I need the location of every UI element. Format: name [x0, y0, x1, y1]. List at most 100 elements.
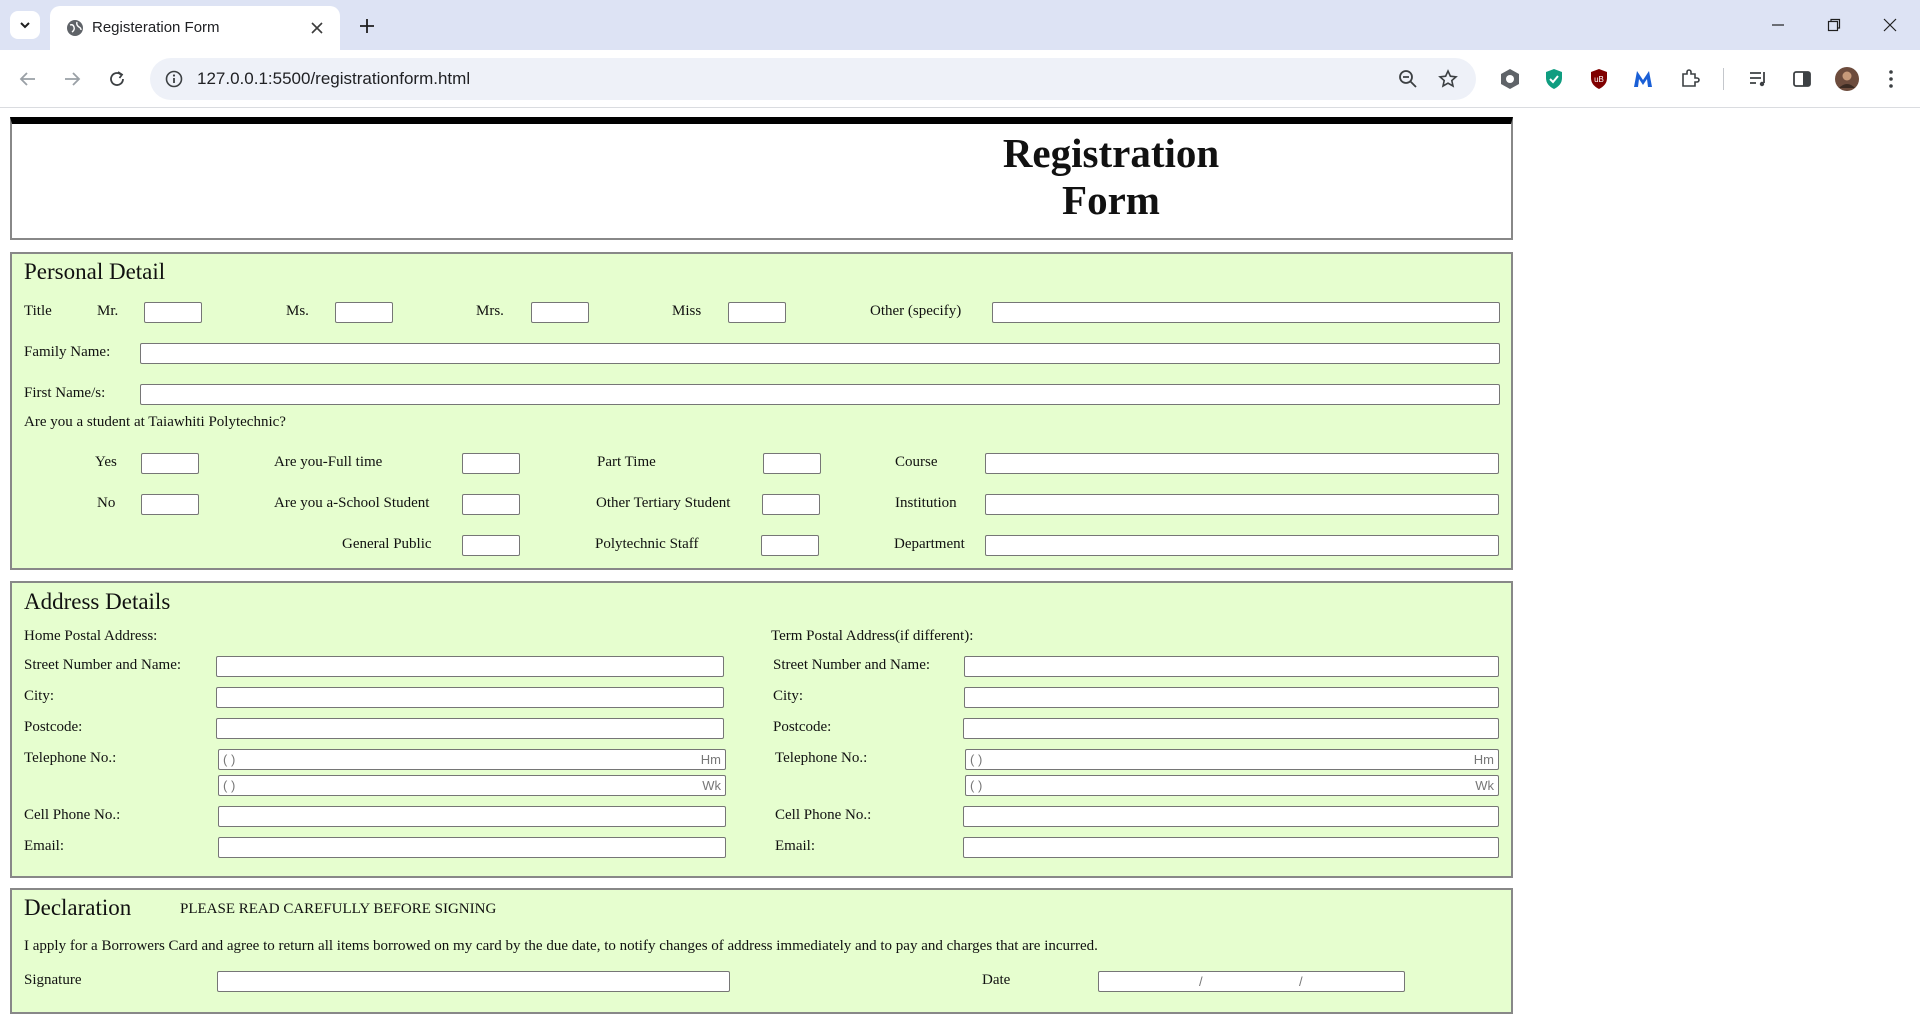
extension-malwarebytes[interactable] [1630, 66, 1656, 92]
date-separator: / [1199, 974, 1203, 989]
minimize-button[interactable] [1750, 0, 1806, 50]
term-email-label: Email: [775, 838, 815, 854]
other-title-label: Other (specify) [870, 303, 962, 319]
date-input[interactable]: / / [1098, 971, 1405, 992]
course-label: Course [895, 454, 938, 470]
home-city-label: City: [24, 688, 55, 704]
term-telephone-label: Telephone No.: [775, 750, 868, 766]
department-label: Department [894, 536, 965, 552]
home-cell-input[interactable] [218, 806, 726, 827]
term-street-input[interactable] [964, 656, 1499, 677]
mrs-label: Mrs. [476, 303, 504, 319]
extensions-button[interactable] [1677, 66, 1703, 92]
close-icon [311, 22, 323, 34]
arrow-left-icon [19, 72, 35, 86]
term-city-input[interactable] [964, 687, 1499, 708]
home-telephone-wk-input[interactable]: ( ) Wk [218, 775, 726, 796]
browser-toolbar: 127.0.0.1:5500/registrationform.html uB [0, 50, 1920, 108]
new-tab-button[interactable] [353, 12, 381, 40]
home-postcode-input[interactable] [216, 718, 724, 739]
bookmark-button[interactable] [1436, 67, 1460, 91]
title-line-2: Form [1062, 177, 1160, 223]
hm-suffix: Hm [1473, 752, 1494, 767]
home-city-input[interactable] [216, 687, 724, 708]
part-time-input[interactable] [763, 453, 821, 474]
home-telephone-label: Telephone No.: [24, 750, 117, 766]
other-title-input[interactable] [992, 302, 1500, 323]
tab-close-button[interactable] [306, 17, 328, 39]
home-street-label: Street Number and Name: [24, 657, 182, 673]
side-panel-button[interactable] [1789, 66, 1815, 92]
title-label: Title [24, 303, 52, 319]
general-public-input[interactable] [462, 535, 520, 556]
no-input[interactable] [141, 494, 199, 515]
mrs-input[interactable] [531, 302, 589, 323]
reload-button[interactable] [101, 63, 133, 95]
declaration-heading: Declaration [24, 895, 132, 920]
browser-menu-button[interactable] [1878, 66, 1904, 92]
minimize-icon [1772, 24, 1784, 26]
shield-check-icon [1546, 69, 1562, 89]
phone-prefix: ( ) [970, 778, 983, 793]
ms-input[interactable] [335, 302, 393, 323]
back-button[interactable] [12, 63, 44, 95]
institution-input[interactable] [985, 494, 1499, 515]
active-tab[interactable]: Registeration Form [50, 6, 340, 50]
other-tertiary-input[interactable] [762, 494, 820, 515]
miss-input[interactable] [728, 302, 786, 323]
close-window-button[interactable] [1862, 0, 1918, 50]
home-email-input[interactable] [218, 837, 726, 858]
home-telephone-hm-input[interactable]: ( ) Hm [218, 749, 726, 770]
hm-suffix: Hm [700, 752, 721, 767]
term-address-heading: Term Postal Address(if different): [771, 628, 974, 644]
phone-prefix: ( ) [970, 752, 983, 767]
yes-input[interactable] [141, 453, 199, 474]
home-postcode-label: Postcode: [24, 719, 83, 735]
extension-shield-gray[interactable] [1497, 66, 1523, 92]
home-street-input[interactable] [216, 656, 724, 677]
extension-shield-green[interactable] [1541, 66, 1567, 92]
signature-input[interactable] [217, 971, 730, 992]
term-city-label: City: [773, 688, 804, 704]
forward-button[interactable] [56, 63, 88, 95]
course-input[interactable] [985, 453, 1499, 474]
site-info-button[interactable] [162, 67, 186, 91]
home-email-label: Email: [24, 838, 64, 854]
family-name-input[interactable] [140, 343, 1500, 364]
zoom-button[interactable] [1396, 67, 1420, 91]
media-control-button[interactable] [1745, 66, 1771, 92]
school-student-label: Are you a-School Student [274, 495, 430, 511]
term-postcode-input[interactable] [963, 718, 1499, 739]
other-tertiary-label: Other Tertiary Student [596, 495, 731, 511]
extension-ublock[interactable]: uB [1586, 66, 1612, 92]
reload-icon [110, 71, 124, 86]
declaration-notice: PLEASE READ CAREFULLY BEFORE SIGNING [180, 901, 497, 917]
term-telephone-wk-input[interactable]: ( ) Wk [965, 775, 1499, 796]
tab-search-button[interactable] [10, 11, 40, 39]
profile-avatar[interactable] [1834, 66, 1860, 92]
no-label: No [97, 495, 116, 511]
restore-button[interactable] [1806, 0, 1862, 50]
family-name-label: Family Name: [24, 344, 111, 360]
phone-prefix: ( ) [223, 752, 236, 767]
address-bar[interactable]: 127.0.0.1:5500/registrationform.html [150, 58, 1476, 100]
mr-label: Mr. [97, 303, 119, 319]
page-title: Registration Form [986, 130, 1236, 224]
polytechnic-staff-input[interactable] [761, 535, 819, 556]
full-time-input[interactable] [462, 453, 520, 474]
first-names-input[interactable] [140, 384, 1500, 405]
address-details-section: Address Details Home Postal Address: Ter… [10, 581, 1513, 878]
browser-tab-strip: Registeration Form [0, 0, 1920, 50]
school-student-input[interactable] [462, 494, 520, 515]
svg-text:uB: uB [1594, 75, 1604, 84]
department-input[interactable] [985, 535, 1499, 556]
arrow-right-icon [65, 72, 81, 86]
url-text: 127.0.0.1:5500/registrationform.html [197, 69, 471, 88]
declaration-section: Declaration PLEASE READ CAREFULLY BEFORE… [10, 888, 1513, 1014]
term-email-input[interactable] [963, 837, 1499, 858]
mr-input[interactable] [144, 302, 202, 323]
home-cell-label: Cell Phone No.: [24, 807, 121, 823]
term-cell-input[interactable] [963, 806, 1499, 827]
full-time-label: Are you-Full time [274, 454, 383, 470]
term-telephone-hm-input[interactable]: ( ) Hm [965, 749, 1499, 770]
